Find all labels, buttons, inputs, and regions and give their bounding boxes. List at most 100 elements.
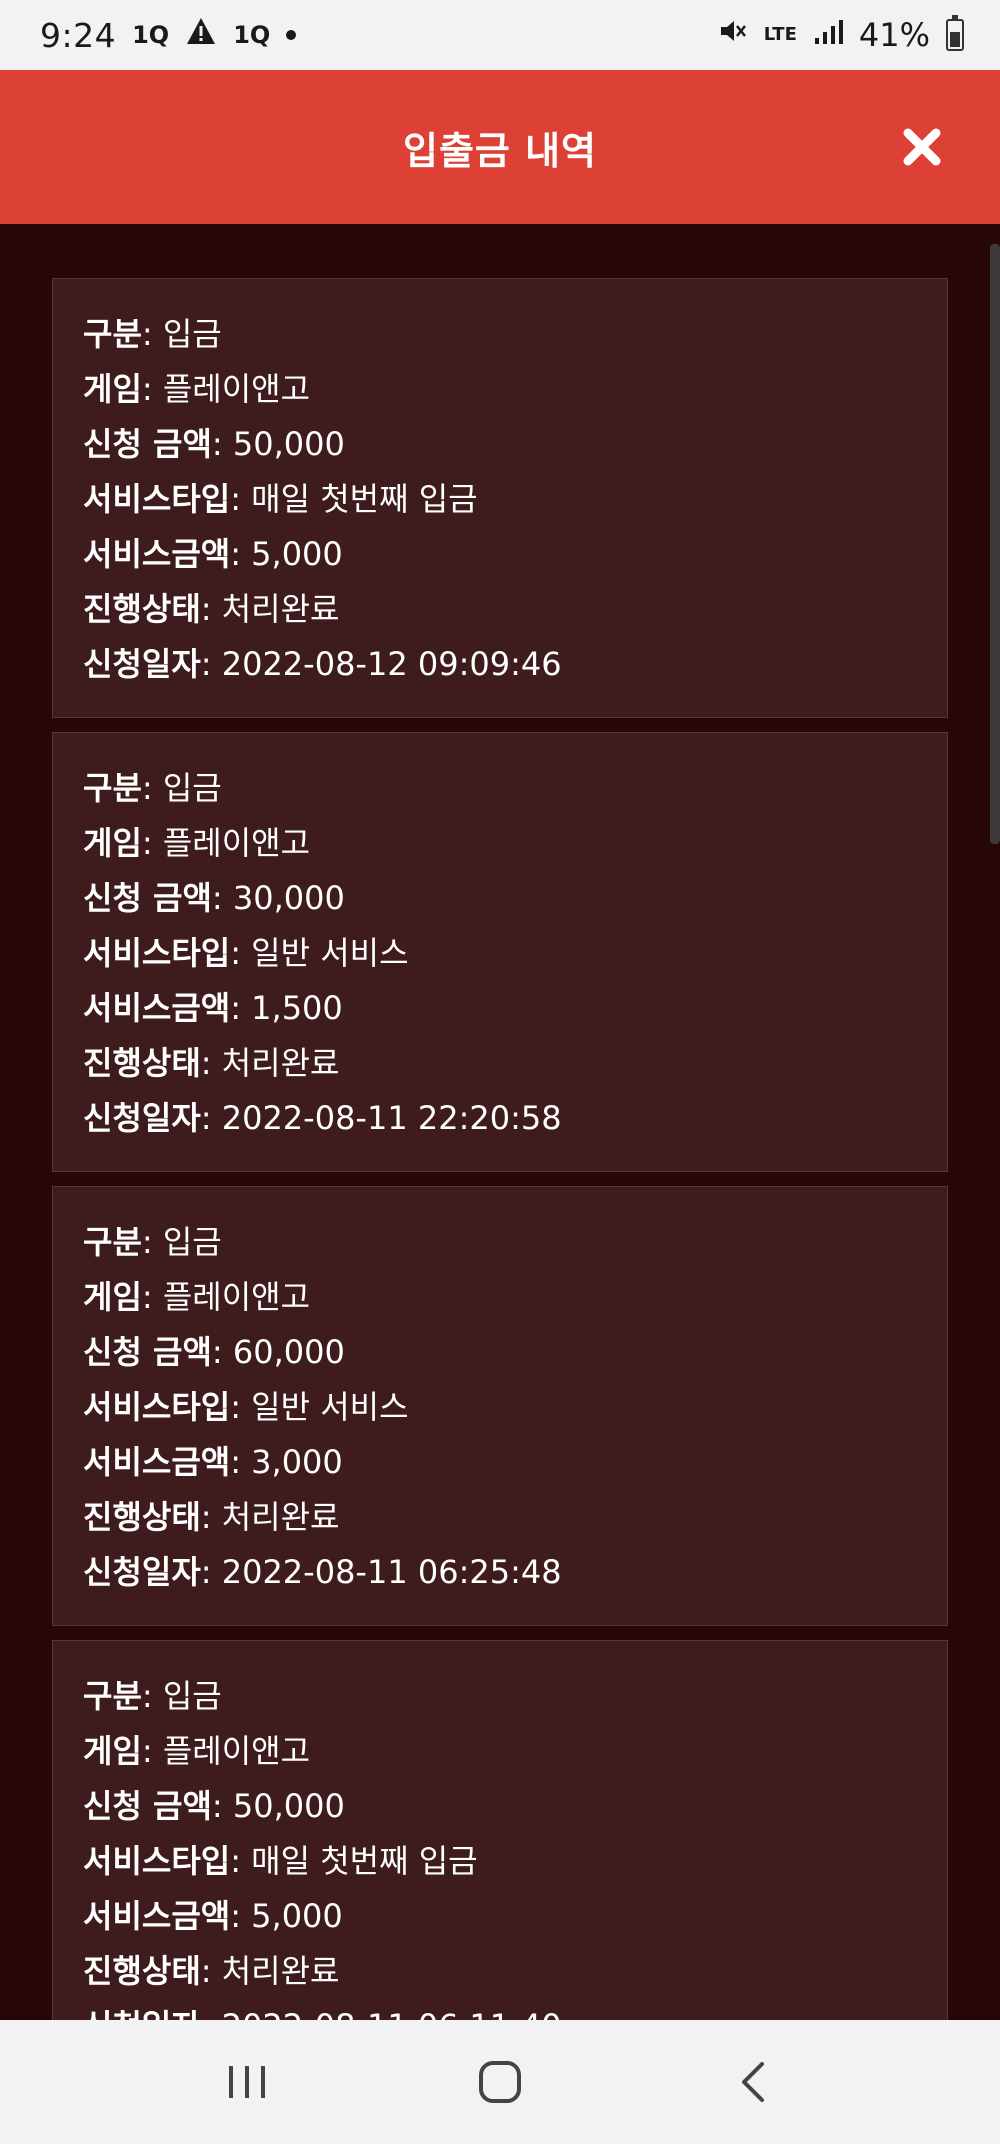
label-type: 구분 <box>83 1223 142 1261</box>
label-game: 게임 <box>83 370 142 408</box>
value-service-type: 매일 첫번째 입금 <box>251 1842 478 1880</box>
value-amount: 60,000 <box>232 1333 345 1371</box>
label-date: 신청일자 <box>83 1553 201 1591</box>
notification-icon-2: 1Q <box>233 21 271 49</box>
lte-icon: LTE <box>763 24 797 45</box>
row-type: 구분: 입금 <box>83 1223 222 1261</box>
header: 입출금 내역 <box>0 70 1000 224</box>
row-service-type: 서비스타입: 매일 첫번째 입금 <box>83 480 478 518</box>
row-game: 게임: 플레이앤고 <box>83 370 311 408</box>
value-service-amount: 3,000 <box>251 1443 343 1481</box>
label-service-type: 서비스타입 <box>83 1388 231 1426</box>
transaction-list[interactable]: 구분: 입금 게임: 플레이앤고 신청 금액: 50,000 서비스타입: 매일… <box>0 224 1000 2020</box>
label-type: 구분 <box>83 769 142 807</box>
back-icon <box>742 2062 765 2102</box>
value-service-amount: 1,500 <box>251 989 343 1027</box>
row-service-type: 서비스타입: 매일 첫번째 입금 <box>83 1842 478 1880</box>
status-bar: 9:24 1Q 1Q LTE 41% <box>0 0 1000 70</box>
row-service-type: 서비스타입: 일반 서비스 <box>83 934 409 972</box>
row-amount: 신청 금액: 50,000 <box>83 425 345 463</box>
label-service-amount: 서비스금액 <box>83 1897 231 1935</box>
mute-icon <box>718 16 748 54</box>
value-service-type: 일반 서비스 <box>251 934 409 972</box>
label-amount: 신청 금액 <box>83 1787 212 1825</box>
warning-icon <box>185 16 217 54</box>
home-icon <box>478 2061 521 2103</box>
row-amount: 신청 금액: 50,000 <box>83 1787 345 1825</box>
transaction-card: 구분: 입금 게임: 플레이앤고 신청 금액: 30,000 서비스타입: 일반… <box>52 732 948 1172</box>
scrollbar[interactable] <box>990 244 1000 844</box>
transaction-card: 구분: 입금 게임: 플레이앤고 신청 금액: 60,000 서비스타입: 일반… <box>52 1186 948 1626</box>
row-game: 게임: 플레이앤고 <box>83 1278 311 1316</box>
value-type: 입금 <box>162 1677 222 1715</box>
value-status: 처리완료 <box>221 590 340 628</box>
battery-icon <box>946 15 964 51</box>
value-amount: 50,000 <box>232 425 345 463</box>
row-date: 신청일자: 2022-08-11 06:11:40 <box>83 1999 947 2020</box>
close-button[interactable] <box>894 119 950 175</box>
value-date: 2022-08-12 09:09:46 <box>221 645 562 683</box>
row-status: 진행상태: 처리완료 <box>83 1498 340 1536</box>
value-status: 처리완료 <box>221 1498 340 1536</box>
value-service-type: 매일 첫번째 입금 <box>251 480 478 518</box>
value-date: 2022-08-11 22:20:58 <box>221 1099 562 1137</box>
row-amount: 신청 금액: 60,000 <box>83 1333 345 1371</box>
label-game: 게임 <box>83 824 142 862</box>
value-status: 처리완료 <box>221 1044 340 1082</box>
row-service-type: 서비스타입: 일반 서비스 <box>83 1388 409 1426</box>
status-time: 9:24 <box>40 15 117 55</box>
row-game: 게임: 플레이앤고 <box>83 824 311 862</box>
row-date: 신청일자: 2022-08-11 06:25:48 <box>83 1553 562 1591</box>
value-amount: 30,000 <box>232 879 345 917</box>
value-type: 입금 <box>162 315 222 353</box>
row-service-amount: 서비스금액: 3,000 <box>83 1443 343 1481</box>
home-button[interactable] <box>460 2042 540 2122</box>
row-date: 신청일자: 2022-08-12 09:09:46 <box>83 645 562 683</box>
label-status: 진행상태 <box>83 1044 201 1082</box>
back-button[interactable] <box>713 2042 793 2122</box>
value-service-amount: 5,000 <box>251 1897 343 1935</box>
row-game: 게임: 플레이앤고 <box>83 1732 311 1770</box>
recent-apps-icon <box>228 2066 265 2098</box>
label-date: 신청일자 <box>83 2007 201 2020</box>
label-amount: 신청 금액 <box>83 1333 212 1371</box>
value-service-type: 일반 서비스 <box>251 1388 409 1426</box>
label-date: 신청일자 <box>83 645 201 683</box>
row-status: 진행상태: 처리완료 <box>83 1952 340 1990</box>
label-game: 게임 <box>83 1732 142 1770</box>
close-icon <box>903 128 941 166</box>
value-service-amount: 5,000 <box>251 535 343 573</box>
more-notifications-dot <box>286 30 297 40</box>
label-date: 신청일자 <box>83 1099 201 1137</box>
recent-apps-button[interactable] <box>207 2042 287 2122</box>
value-game: 플레이앤고 <box>162 824 311 862</box>
status-right: LTE 41% <box>718 15 964 54</box>
value-status: 처리완료 <box>221 1952 340 1990</box>
row-service-amount: 서비스금액: 5,000 <box>83 535 343 573</box>
row-status: 진행상태: 처리완료 <box>83 590 340 628</box>
value-date: 2022-08-11 06:25:48 <box>221 1553 562 1591</box>
navigation-bar <box>0 2020 1000 2144</box>
value-game: 플레이앤고 <box>162 1278 311 1316</box>
battery-percent: 41% <box>858 16 930 54</box>
row-service-amount: 서비스금액: 1,500 <box>83 989 343 1027</box>
label-type: 구분 <box>83 315 142 353</box>
label-amount: 신청 금액 <box>83 425 212 463</box>
value-type: 입금 <box>162 1223 222 1261</box>
value-game: 플레이앤고 <box>162 1732 311 1770</box>
label-status: 진행상태 <box>83 1952 201 1990</box>
transaction-card: 구분: 입금 게임: 플레이앤고 신청 금액: 50,000 서비스타입: 매일… <box>52 278 948 718</box>
transaction-card: 구분: 입금 게임: 플레이앤고 신청 금액: 50,000 서비스타입: 매일… <box>52 1640 948 2020</box>
row-service-amount: 서비스금액: 5,000 <box>83 1897 343 1935</box>
label-service-type: 서비스타입 <box>83 480 231 518</box>
value-game: 플레이앤고 <box>162 370 311 408</box>
value-date: 2022-08-11 06:11:40 <box>222 2007 562 2020</box>
label-amount: 신청 금액 <box>83 879 212 917</box>
row-type: 구분: 입금 <box>83 769 222 807</box>
label-service-amount: 서비스금액 <box>83 535 231 573</box>
value-type: 입금 <box>162 769 222 807</box>
label-game: 게임 <box>83 1278 142 1316</box>
label-service-type: 서비스타입 <box>83 1842 231 1880</box>
row-amount: 신청 금액: 30,000 <box>83 879 345 917</box>
signal-icon <box>813 16 843 54</box>
